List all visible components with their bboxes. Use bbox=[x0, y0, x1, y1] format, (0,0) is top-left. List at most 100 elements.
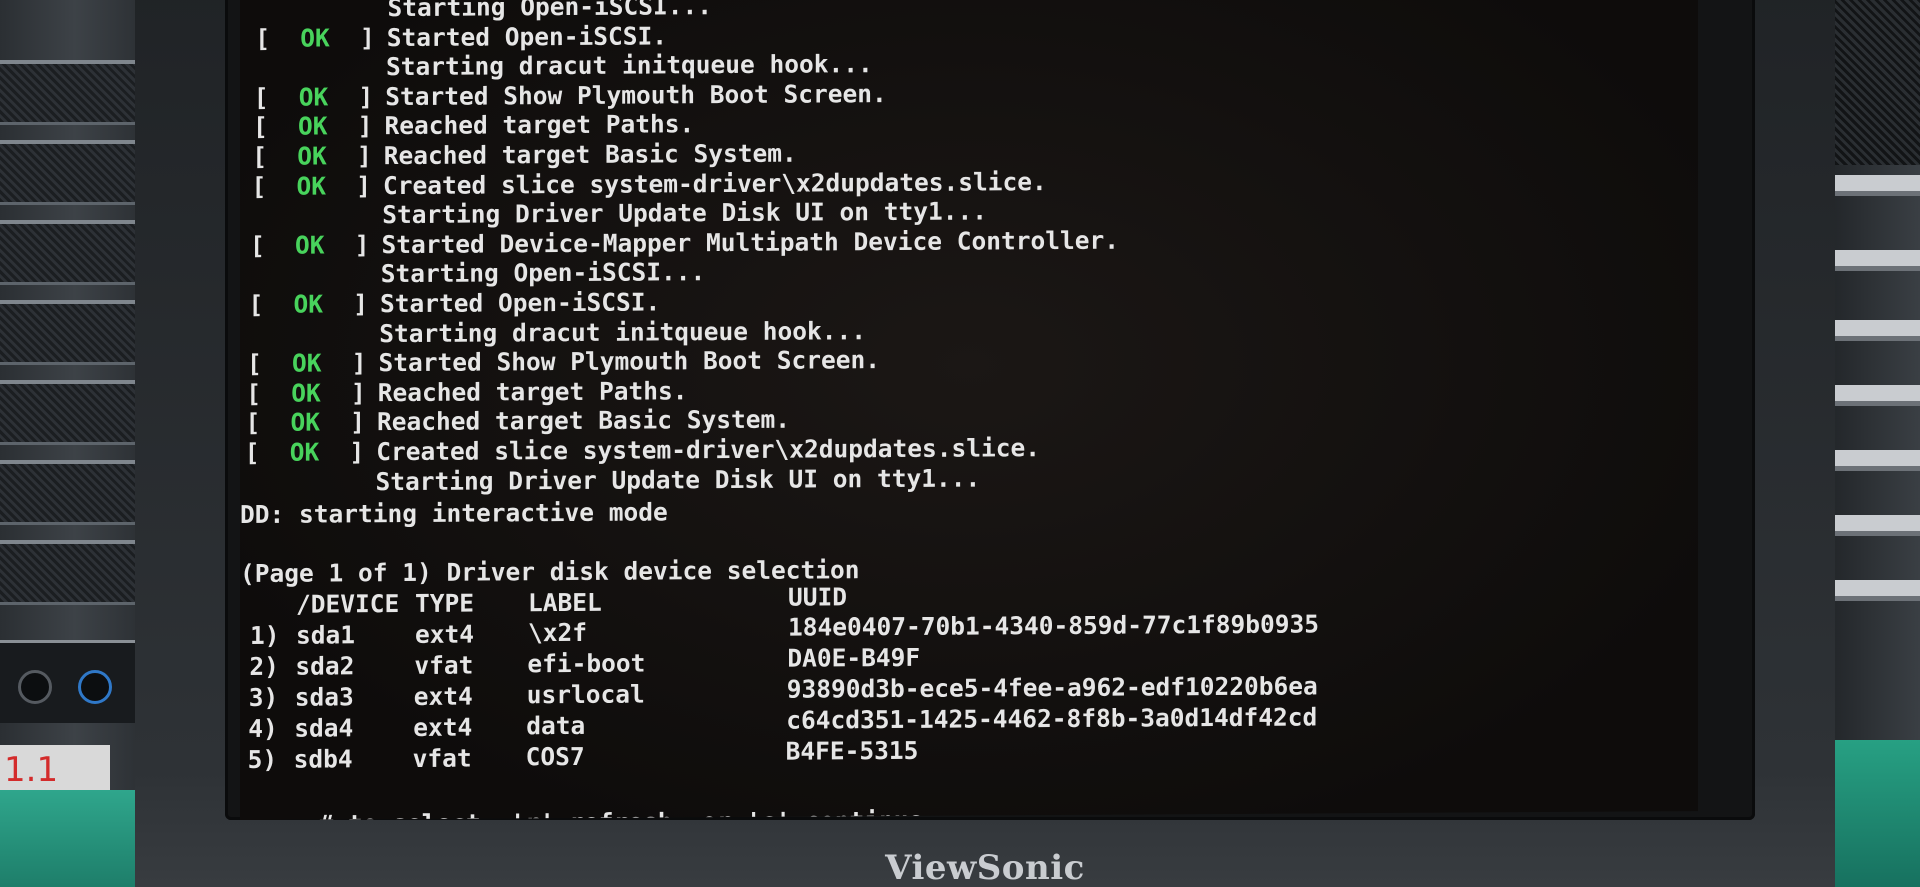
rack-shelf bbox=[1820, 320, 1920, 341]
status-ok: OK bbox=[300, 23, 330, 53]
boot-log-text: Starting Driver Update Disk UI on tty1..… bbox=[375, 463, 981, 496]
boot-log-line: [OK] Started Show Plymouth Boot Screen. bbox=[254, 79, 887, 113]
device-type: ext4 bbox=[413, 712, 473, 742]
rack-slot bbox=[0, 540, 140, 605]
device-uuid: B4FE-5315 bbox=[785, 735, 919, 766]
status-ok: OK bbox=[293, 289, 324, 319]
boot-log-line: []Starting Driver Update Disk UI on tty1… bbox=[244, 463, 981, 497]
boot-log-text: Created slice system-driver\x2dupdates.s… bbox=[383, 166, 1047, 200]
rack-slot bbox=[0, 220, 140, 285]
boot-log-text: Started Device-Mapper Multipath Device C… bbox=[381, 225, 1120, 259]
device-type: vfat bbox=[412, 743, 472, 773]
rack-shelf bbox=[1820, 250, 1920, 271]
status-ok: OK bbox=[295, 230, 325, 260]
rack-shelf bbox=[1820, 450, 1920, 471]
status-open-bracket: [ bbox=[244, 437, 260, 467]
column-header-uuid: UUID bbox=[788, 582, 848, 612]
boot-log-text: Started Open-iSCSI. bbox=[386, 20, 668, 52]
device-row-number: 1) bbox=[250, 620, 280, 650]
status-close-bracket: ] bbox=[354, 230, 370, 260]
boot-log-text: Reached target Basic System. bbox=[377, 405, 791, 437]
device-name: sda4 bbox=[294, 713, 354, 743]
rack-shelf bbox=[1820, 515, 1920, 536]
prompt-line[interactable]: # to select, 'r'-refresh, or 'c'-continu… bbox=[240, 776, 968, 820]
status-open-bracket: [ bbox=[251, 171, 267, 201]
boot-log-text: Started Show Plymouth Boot Screen. bbox=[385, 78, 887, 111]
status-close-bracket: ] bbox=[350, 407, 366, 437]
selection-title: (Page 1 of 1) Driver disk device selecti… bbox=[240, 555, 860, 588]
monitor-brand-logo: ViewSonic bbox=[885, 848, 1085, 887]
status-ok: OK bbox=[292, 348, 322, 378]
status-ok bbox=[259, 490, 349, 491]
rack-slot bbox=[0, 460, 140, 525]
status-ok: OK bbox=[298, 82, 329, 112]
status-ok bbox=[264, 283, 354, 284]
server-rack-left: 1.1 bbox=[0, 0, 150, 887]
device-name: sda3 bbox=[294, 682, 354, 712]
device-label: efi-boot bbox=[527, 648, 646, 679]
device-label: \x2f bbox=[528, 617, 588, 648]
boot-log-text: Started Open-iSCSI. bbox=[380, 287, 661, 319]
device-type: ext4 bbox=[415, 619, 475, 649]
device-name: sdb4 bbox=[293, 744, 353, 774]
status-open-bracket: [ bbox=[253, 82, 269, 112]
column-header-device: /DEVICE bbox=[296, 589, 400, 619]
device-type: vfat bbox=[414, 650, 474, 680]
status-open-bracket: [ bbox=[247, 349, 262, 379]
status-ok bbox=[266, 223, 356, 224]
status-close-bracket: ] bbox=[357, 141, 372, 171]
status-close-bracket: ] bbox=[353, 289, 369, 319]
rack-port bbox=[78, 670, 112, 704]
column-header-label: LABEL bbox=[528, 587, 602, 618]
status-ok: OK bbox=[298, 111, 328, 142]
dd-message: DD: starting interactive mode bbox=[240, 497, 668, 529]
photo-scene: 1.1 ViewSonic []Starting Open-iSCSI...[O… bbox=[0, 0, 1920, 887]
status-ok: OK bbox=[297, 141, 327, 171]
status-open-bracket: [ bbox=[252, 141, 268, 171]
device-label: COS7 bbox=[525, 741, 585, 772]
device-name: sda1 bbox=[296, 620, 356, 650]
status-open-bracket: [ bbox=[250, 230, 265, 260]
rack-slot bbox=[0, 140, 140, 205]
status-ok bbox=[271, 16, 361, 17]
boot-log-line: [OK] Reached target Basic System. bbox=[252, 139, 797, 172]
boot-log-text: Created slice system-driver\x2dupdates.s… bbox=[376, 433, 1041, 467]
status-close-bracket: ] bbox=[356, 170, 372, 200]
boot-log-line: [ OK] Started Device-Mapper Multipath Devi… bbox=[250, 225, 1119, 260]
status-ok: OK bbox=[296, 171, 327, 201]
rack-shelf bbox=[1820, 385, 1920, 406]
device-uuid: 184e0407-70b1-4340-859d-77c1f89b0935 bbox=[788, 609, 1320, 642]
status-close-bracket: ] bbox=[349, 437, 365, 467]
device-uuid: DA0E-B49F bbox=[787, 642, 921, 673]
device-label: usrlocal bbox=[526, 679, 645, 710]
rack-label-tag: 1.1 bbox=[0, 745, 110, 795]
boot-log-text: Reached target Paths. bbox=[377, 376, 688, 407]
status-open-bracket: [ bbox=[255, 23, 271, 53]
status-open-bracket: [ bbox=[246, 378, 262, 408]
status-open-bracket: [ bbox=[245, 408, 261, 438]
status-close-bracket: ] bbox=[357, 111, 373, 141]
boot-log-line: [ OK] Started Show Plymouth Boot Screen. bbox=[247, 345, 880, 379]
rack-slot bbox=[0, 300, 140, 365]
console-screen: []Starting Open-iSCSI...[OK]Started Open… bbox=[240, 0, 1698, 821]
teal-floor-left bbox=[0, 790, 150, 887]
status-ok: OK bbox=[291, 378, 321, 408]
boot-log-text: Starting Driver Update Disk UI on tty1..… bbox=[382, 196, 988, 230]
status-close-bracket: ] bbox=[351, 378, 366, 408]
device-uuid: c64cd351-1425-4462-8f8b-3a0d14df42cd bbox=[786, 702, 1318, 735]
boot-log-text: Started Show Plymouth Boot Screen. bbox=[378, 345, 881, 378]
status-ok: OK bbox=[290, 407, 321, 438]
device-name: sda2 bbox=[295, 651, 355, 681]
boot-log-line: [ OK] Started Open-iSCSI. bbox=[249, 287, 661, 320]
boot-log-text: Reached target Paths. bbox=[384, 109, 695, 141]
device-uuid: 93890d3b-ece5-4fee-a962-edf10220b6ea bbox=[786, 671, 1318, 704]
device-row-number: 2) bbox=[249, 651, 279, 681]
rack-shelf bbox=[1820, 580, 1920, 601]
device-row-number: 4) bbox=[248, 713, 278, 743]
device-type: ext4 bbox=[413, 681, 473, 711]
status-close-bracket: ] bbox=[351, 348, 367, 378]
boot-log-line: []Starting dracut initqueue hook... bbox=[248, 316, 866, 350]
status-ok bbox=[263, 342, 353, 343]
status-open-bracket: [ bbox=[248, 289, 264, 319]
boot-log-text: Starting dracut initqueue hook... bbox=[379, 315, 867, 348]
